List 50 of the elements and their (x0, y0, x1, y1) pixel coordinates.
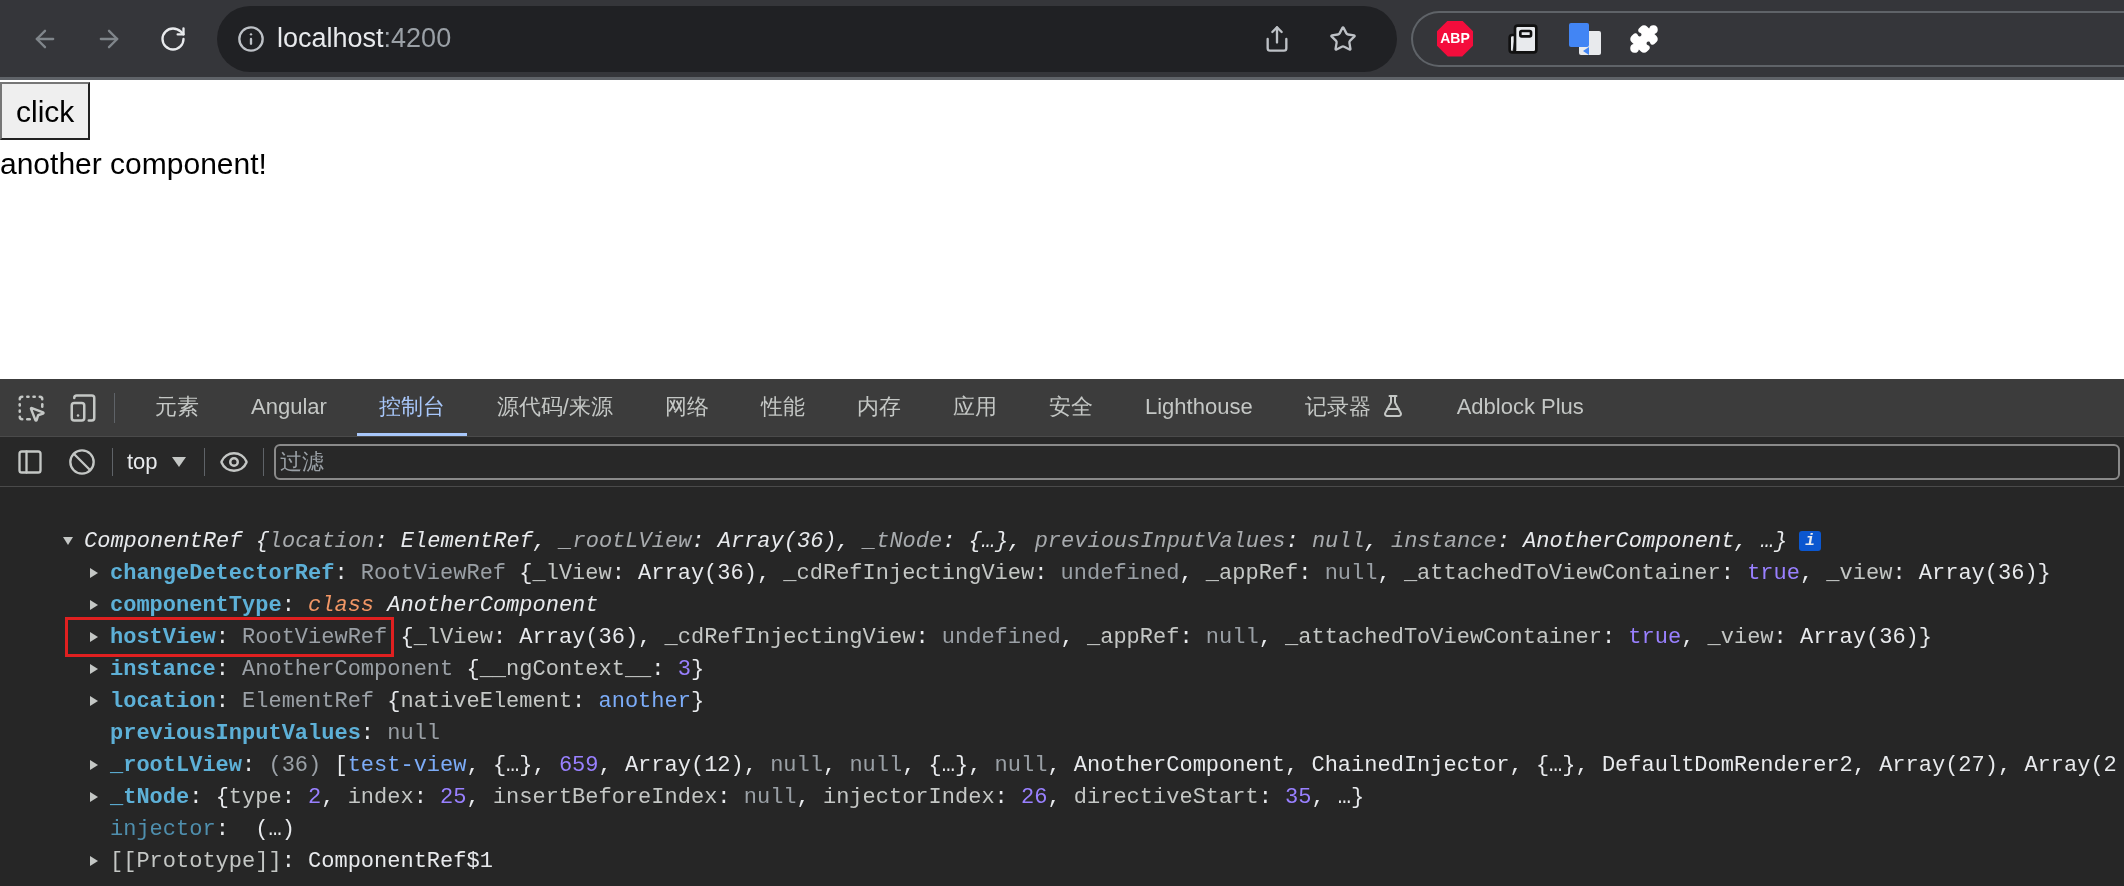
expand-icon[interactable] (88, 855, 100, 867)
url-text: localhost:4200 (277, 22, 452, 56)
expand-icon[interactable] (88, 791, 100, 803)
devtools-tab[interactable]: 控制台 (356, 379, 467, 436)
dropdown-caret-icon (171, 456, 186, 467)
expand-icon[interactable] (88, 599, 100, 611)
adblock-icon[interactable]: ABP (1437, 20, 1473, 57)
console-text: instance: AnotherComponent {__ngContext__: 3} (110, 655, 705, 684)
extensions-icon[interactable] (1629, 23, 1659, 54)
address-bar[interactable]: localhost:4200 (217, 5, 1397, 72)
console-text: previousInputValues: null (110, 719, 441, 748)
devtools-tab[interactable]: 记录器 (1282, 379, 1427, 436)
devtools-tab[interactable]: Angular (229, 379, 349, 436)
expand-icon[interactable] (88, 759, 100, 771)
console-text: injector: (…) (110, 815, 295, 844)
devtools-tab[interactable]: 应用 (930, 379, 1019, 436)
devtools-tab[interactable]: 源代码/来源 (474, 379, 635, 436)
console-text: hostView: RootViewRef (110, 623, 388, 652)
devtools-tab[interactable]: Lighthouse (1122, 379, 1275, 436)
devtools-tab[interactable]: 安全 (1026, 379, 1115, 436)
info-icon[interactable] (237, 24, 265, 53)
filter-field[interactable]: 过滤 (273, 443, 2120, 480)
expand-icon[interactable] (62, 535, 74, 547)
component-text: another component! (0, 146, 268, 182)
expand-icon[interactable] (88, 663, 100, 675)
console-text: location: ElementRef {nativeElement: another} (110, 687, 705, 716)
console-text: componentType: class AnotherComponent (110, 591, 599, 620)
console-text: ComponentRef {location: ElementRef, _rootLView: Array(36), _tNode: {…}, previousInputValues: null, instance: AnotherComponent, …} (84, 527, 1788, 556)
devtools-tab[interactable]: 内存 (834, 379, 923, 436)
expand-icon[interactable] (88, 695, 100, 707)
sidebar-icon[interactable] (16, 447, 44, 476)
console-text: {_lView: Array(36), _cdRefInjectingView: undefined, _appRef: null, _attachedToViewContainer: true, _view: Array(36)} (399, 623, 1932, 652)
console-text: changeDetectorRef: RootViewRef {_lView: Array(36), _cdRefInjectingView: undefined, _appRef: null, _attachedToViewContainer: true, _view: Array(36)} (110, 559, 2051, 588)
expand-icon[interactable] (88, 631, 100, 643)
clear-icon[interactable] (68, 447, 96, 476)
console-text: _tNode: {type: 2, index: 25, insertBeforeIndex: null, injectorIndex: 26, directiveStart: 35, …} (110, 783, 1365, 812)
newspaper-icon[interactable] (1507, 22, 1539, 55)
click-button[interactable]: click (0, 82, 91, 140)
devtools-tab[interactable]: 网络 (642, 379, 731, 436)
console-text: [[Prototype]]: ComponentRef$1 (110, 847, 493, 876)
info-badge[interactable]: i (1799, 531, 1821, 551)
reload-icon[interactable] (159, 24, 187, 53)
devtools-tab[interactable]: Adblock Plus (1434, 379, 1606, 436)
devtools-tab[interactable]: 性能 (738, 379, 827, 436)
devtools-tab[interactable]: 元素 (133, 379, 221, 436)
console-text: _rootLView: (36) [test-view, {…}, 659, Array(12), null, null, {…}, null, AnotherComponent, ChainedInjector, {…}, DefaultDomRenderer2, Array(27), Array(2 (110, 751, 2117, 780)
star-icon[interactable] (1329, 24, 1357, 53)
device-toolbar-icon[interactable] (68, 392, 98, 423)
expand-icon[interactable] (88, 567, 100, 579)
context-dropdown[interactable]: top (127, 445, 186, 478)
